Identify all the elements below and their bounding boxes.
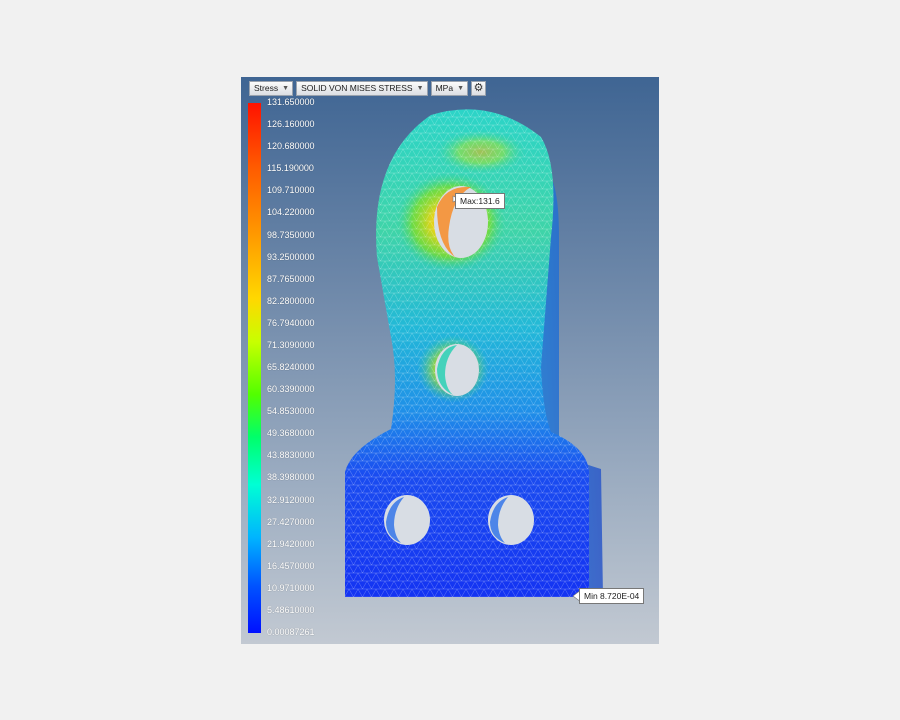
- min-callout: Min 8.720E-04: [579, 588, 645, 604]
- stress-model[interactable]: [241, 77, 659, 644]
- max-callout: Max:131.6: [455, 193, 505, 209]
- fea-viewport[interactable]: Stress ▼ SOLID VON MISES STRESS ▼ MPa ▼ …: [241, 77, 659, 644]
